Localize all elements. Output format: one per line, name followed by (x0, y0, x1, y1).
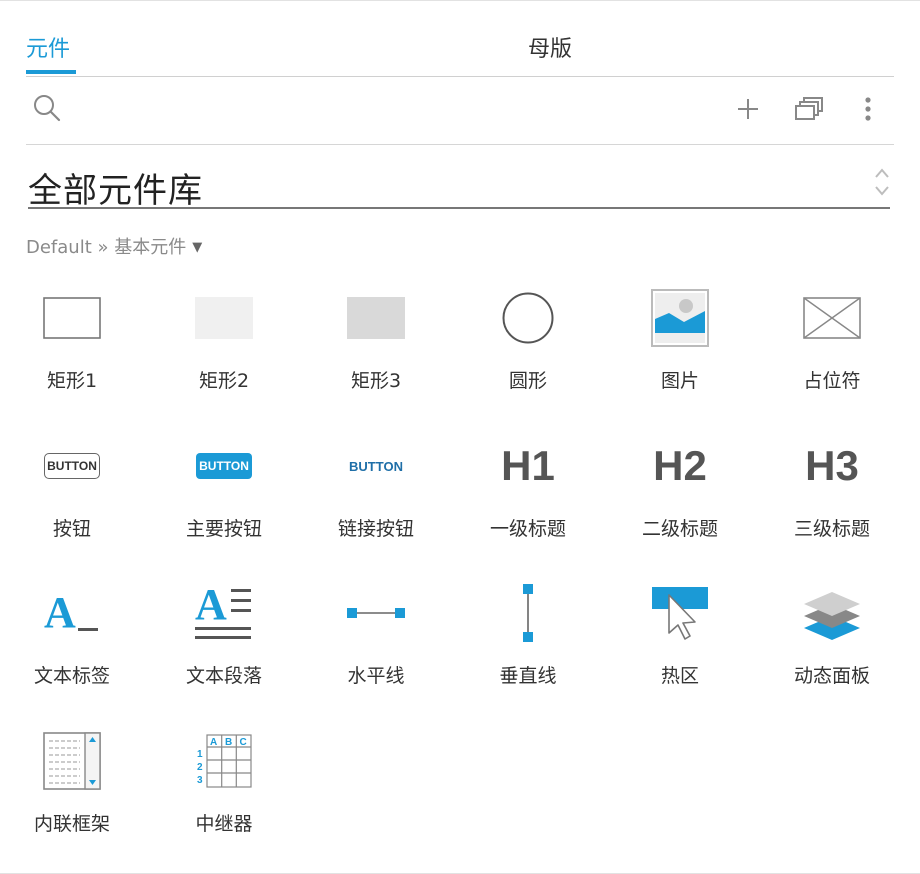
placeholder-icon (803, 297, 861, 339)
widget-heading-3[interactable]: H3 三级标题 (756, 426, 908, 556)
image-icon (651, 289, 709, 347)
rectangle-outline-icon (43, 297, 101, 339)
widget-label: 垂直线 (499, 665, 557, 687)
search-icon[interactable] (32, 93, 62, 123)
heading3-icon: H3 (805, 442, 859, 489)
active-tab-indicator (26, 70, 76, 74)
hotspot-icon (652, 587, 708, 640)
widget-placeholder[interactable]: 占位符 (756, 278, 908, 408)
widget-rectangle-2[interactable]: 矩形2 (148, 278, 300, 408)
widget-text-paragraph[interactable]: A 文本段落 (148, 573, 300, 703)
svg-text:3: 3 (197, 775, 203, 786)
widget-label: 矩形3 (350, 370, 402, 392)
library-selected-value: 全部元件库 (28, 171, 203, 211)
svg-text:C: C (240, 737, 247, 748)
widget-label: 按钮 (52, 518, 91, 540)
link-button-icon: BUTTON (349, 458, 403, 474)
dynamic-panel-icon (804, 592, 860, 640)
tab-widgets[interactable]: 元件 (26, 31, 70, 63)
widget-circle[interactable]: 圆形 (452, 278, 604, 408)
rectangle-gray-icon (347, 297, 405, 339)
repeater-icon: A B C 1 2 3 (197, 734, 252, 788)
widget-link-button[interactable]: BUTTON 链接按钮 (300, 426, 452, 556)
svg-text:A: A (210, 737, 217, 748)
widget-vertical-line[interactable]: 垂直线 (452, 573, 604, 703)
svg-text:2: 2 (197, 762, 203, 773)
widget-label: 一级标题 (489, 518, 566, 540)
widget-horizontal-line[interactable]: 水平线 (300, 573, 452, 703)
library-breadcrumb[interactable]: Default » 基本元件 ▼ (26, 233, 202, 259)
widget-rectangle-1[interactable]: 矩形1 (0, 278, 148, 408)
primary-button-icon: BUTTON (196, 453, 252, 479)
widget-label: 文本标签 (33, 665, 110, 687)
widget-image[interactable]: 图片 (604, 278, 756, 408)
widget-label: 文本段落 (185, 665, 262, 687)
panel-tabs: 元件 母版 (26, 1, 894, 77)
widget-repeater[interactable]: A B C 1 2 3 中继器 (148, 721, 300, 851)
library-select[interactable]: 全部元件库 (28, 159, 890, 211)
widget-label: 主要按钮 (185, 518, 262, 540)
widget-label: 矩形1 (46, 370, 98, 392)
text-paragraph-icon: A (195, 581, 253, 641)
widget-inline-frame[interactable]: 内联框架 (0, 721, 148, 851)
svg-text:B: B (225, 737, 232, 748)
heading2-icon: H2 (653, 442, 707, 489)
toolbar (26, 77, 894, 145)
button-icon: BUTTON (44, 453, 100, 479)
widget-label: 动态面板 (793, 665, 870, 687)
inline-frame-icon (43, 732, 101, 790)
widget-label: 热区 (660, 665, 699, 687)
widget-label: 二级标题 (641, 518, 718, 540)
widget-dynamic-panel[interactable]: 动态面板 (756, 573, 908, 703)
svg-text:1: 1 (197, 749, 203, 760)
horizontal-line-icon (347, 608, 405, 618)
pages-icon[interactable] (795, 96, 825, 122)
tab-masters[interactable]: 母版 (528, 31, 572, 63)
widget-label: 链接按钮 (337, 518, 414, 540)
breadcrumb-text: Default » 基本元件 (26, 237, 187, 258)
widget-label: 中继器 (195, 813, 253, 835)
widget-label: 水平线 (347, 665, 405, 687)
widget-heading-1[interactable]: H1 一级标题 (452, 426, 604, 556)
widget-library-panel: 元件 母版 全部元件库 Default » 基本元件 ▼ 矩形1 矩形2 矩形3… (0, 0, 920, 874)
text-label-icon: A (42, 588, 102, 638)
widget-label: 圆形 (508, 370, 547, 392)
widget-text-label[interactable]: A 文本标签 (0, 573, 148, 703)
widget-label: 图片 (660, 370, 699, 392)
more-vertical-icon[interactable] (862, 96, 874, 122)
widget-button[interactable]: BUTTON 按钮 (0, 426, 148, 556)
circle-icon (502, 292, 554, 344)
widget-rectangle-3[interactable]: 矩形3 (300, 278, 452, 408)
select-arrows-icon (875, 168, 889, 196)
caret-down-icon: ▼ (192, 240, 203, 255)
widget-heading-2[interactable]: H2 二级标题 (604, 426, 756, 556)
widget-label: 占位符 (803, 370, 861, 392)
widget-hotspot[interactable]: 热区 (604, 573, 756, 703)
widget-label: 三级标题 (793, 518, 870, 540)
add-icon[interactable] (736, 97, 760, 121)
widget-label: 矩形2 (198, 370, 250, 392)
widget-label: 内联框架 (33, 813, 110, 835)
heading1-icon: H1 (501, 442, 555, 489)
widget-primary-button[interactable]: BUTTON 主要按钮 (148, 426, 300, 556)
rectangle-light-icon (195, 297, 253, 339)
vertical-line-icon (523, 584, 533, 642)
